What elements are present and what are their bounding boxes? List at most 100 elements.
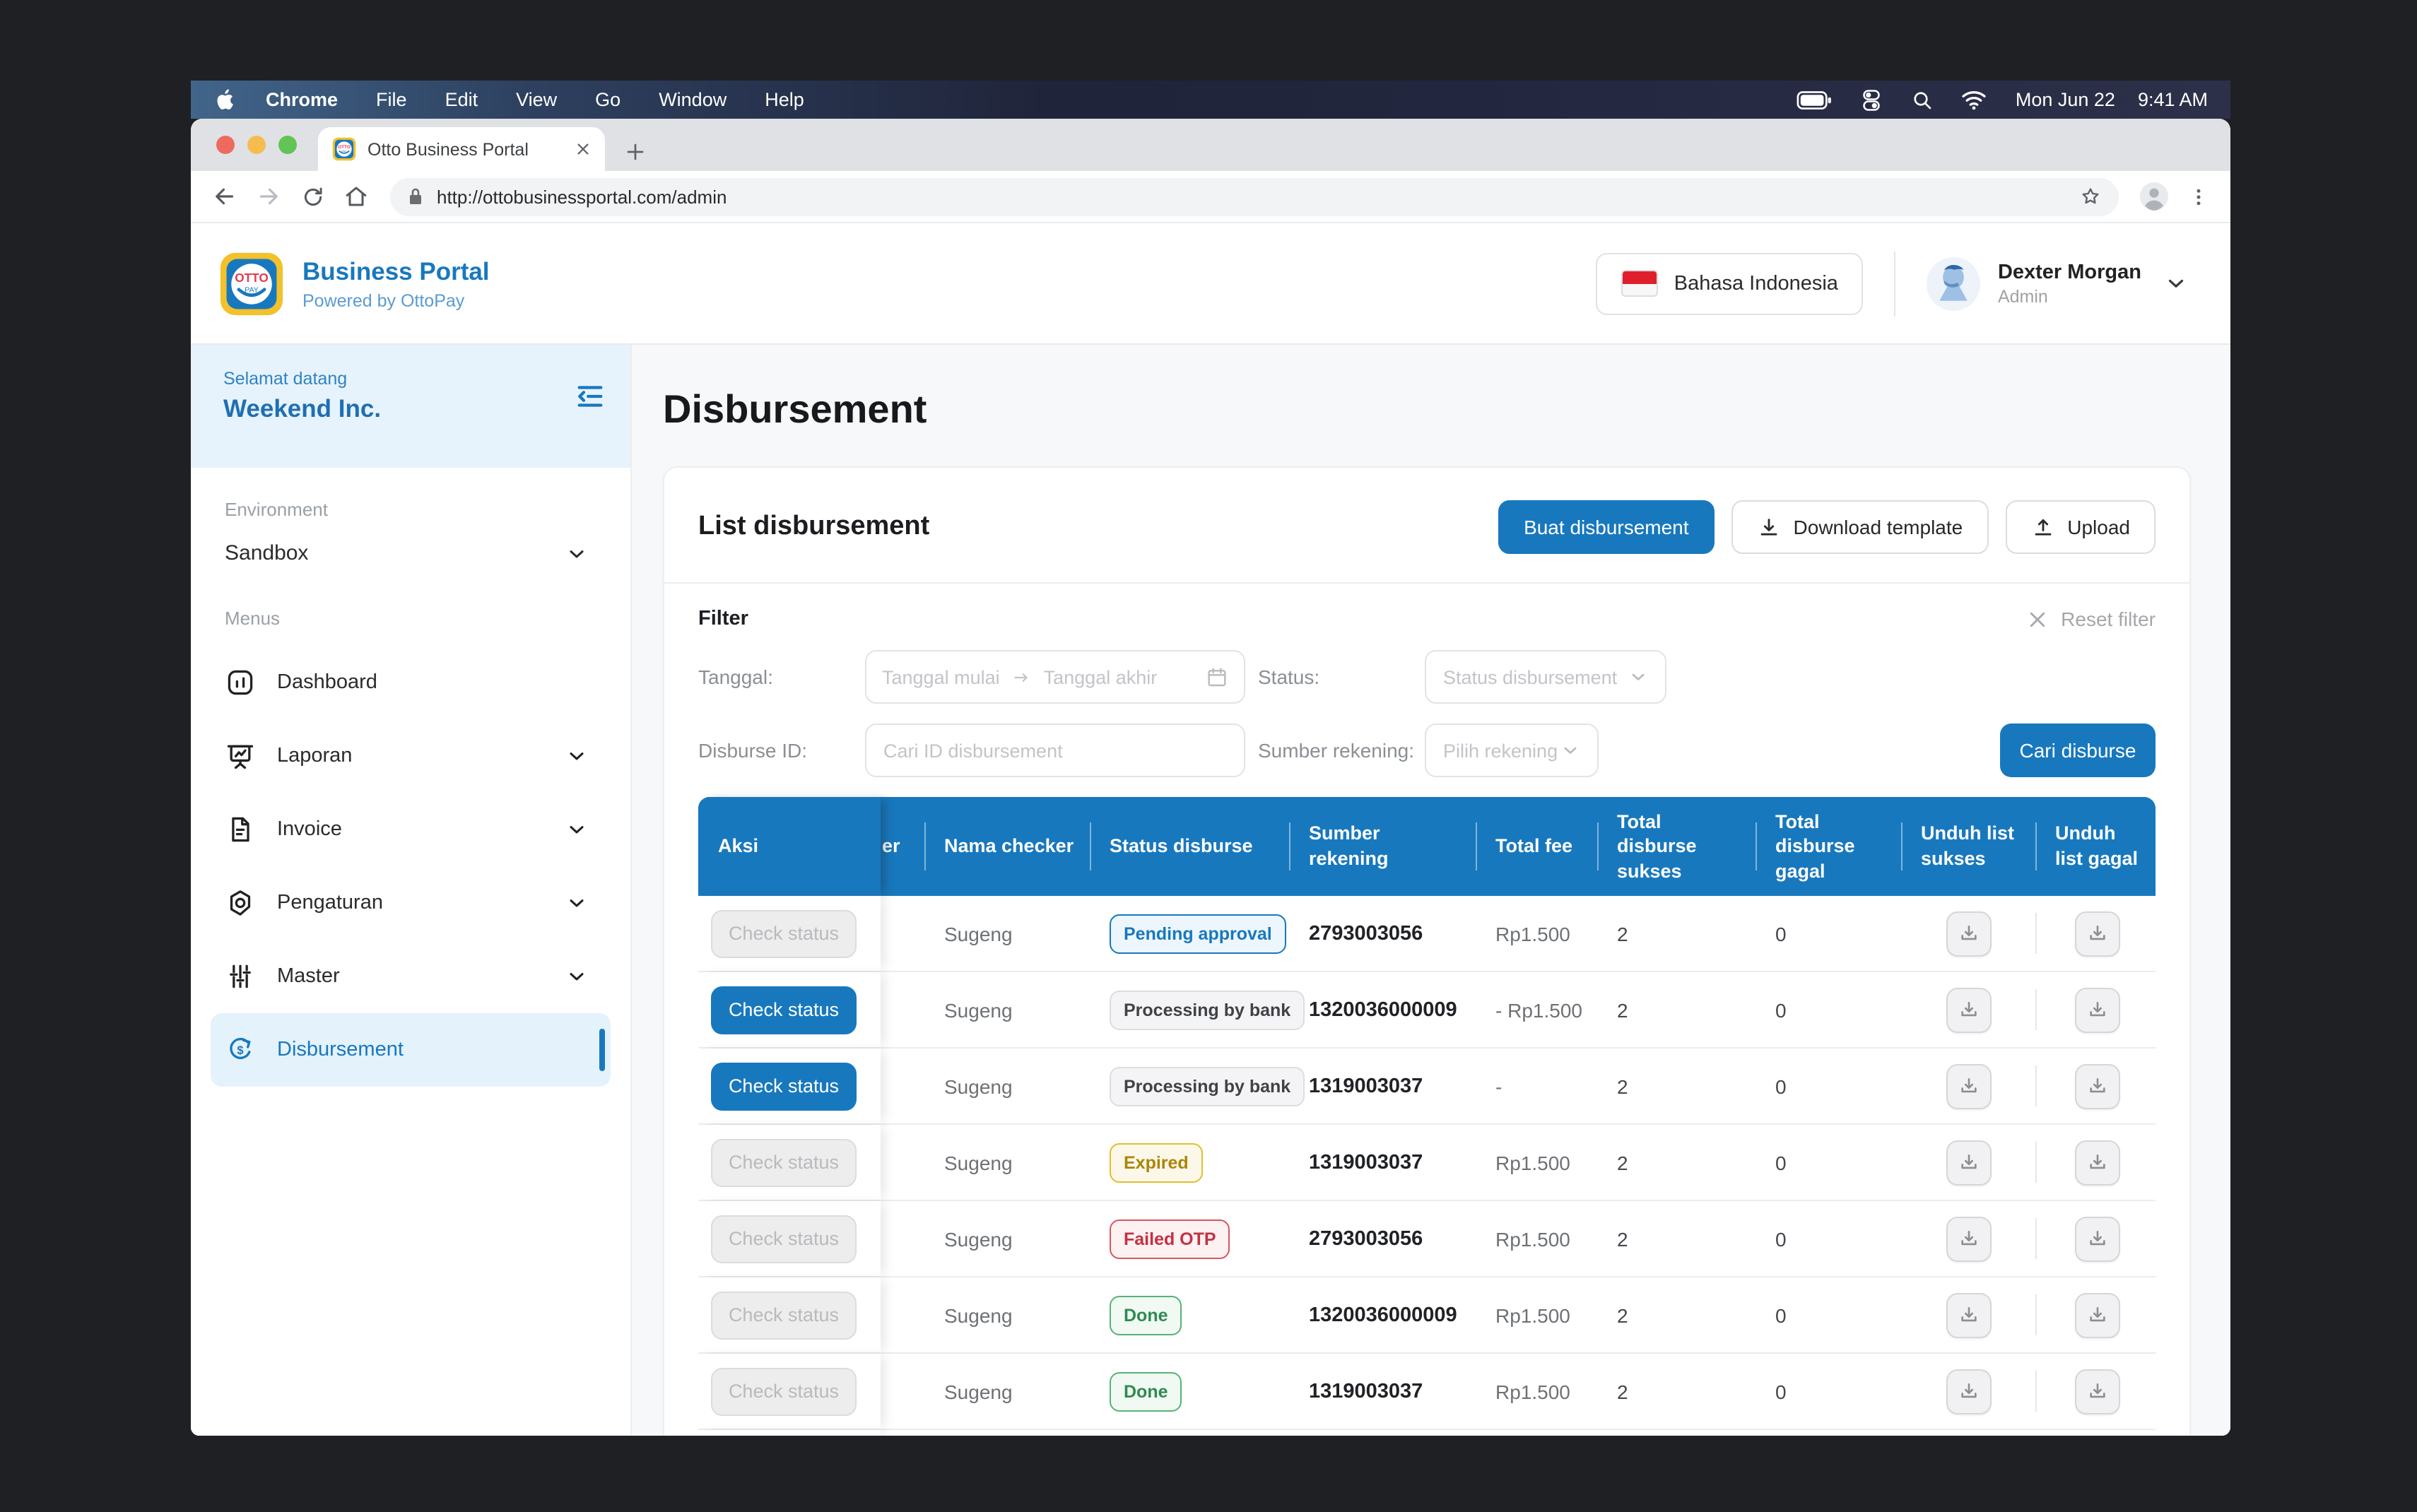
new-tab-button[interactable] <box>625 141 646 163</box>
back-icon[interactable] <box>208 179 242 213</box>
column-header-7: Total disburse sukses <box>1597 797 1756 896</box>
sidebar-item-laporan[interactable]: Laporan <box>211 719 611 793</box>
wifi-icon[interactable] <box>1960 89 1987 110</box>
download-success-button[interactable] <box>1946 1216 1991 1261</box>
check-status-button[interactable]: Check status <box>711 1138 857 1186</box>
download-success-button[interactable] <box>1946 987 1991 1032</box>
browser-profile-icon[interactable] <box>2136 178 2172 215</box>
menubar-item-edit[interactable]: Edit <box>445 89 478 110</box>
nama-checker-cell: Sugeng <box>924 1354 1090 1429</box>
url-text[interactable]: http://ottobusinessportal.com/admin <box>437 186 727 207</box>
tab-favicon: OTTOPAY <box>332 137 356 161</box>
sidebar-collapse-icon[interactable] <box>574 380 606 413</box>
total-gagal-cell: 0 <box>1756 896 1901 971</box>
download-failed-button[interactable] <box>2074 1216 2119 1261</box>
sumber-rekening-select[interactable]: Pilih rekening <box>1425 723 1599 777</box>
menubar-item-file[interactable]: File <box>376 89 407 110</box>
download-failed-button[interactable] <box>2074 911 2119 956</box>
unduh-gagal-cell <box>2035 1049 2158 1123</box>
download-success-button[interactable] <box>1946 911 1991 956</box>
menubar-item-window[interactable]: Window <box>659 89 727 110</box>
calendar-icon[interactable] <box>1206 666 1228 688</box>
reload-icon[interactable] <box>295 179 329 213</box>
total-fee-cell: - <box>1476 1049 1597 1123</box>
minimize-window-button[interactable] <box>247 136 266 154</box>
download-success-button[interactable] <box>1946 1292 1991 1337</box>
table-row: Check status Sugeng Processing by bank 1… <box>698 972 2156 1049</box>
browser-tab[interactable]: OTTOPAY Otto Business Portal <box>318 127 605 171</box>
disbursement-table: AksierNama checkerStatus disburseSumber … <box>698 797 2156 1436</box>
download-failed-button[interactable] <box>2074 1063 2119 1109</box>
menubar-item-go[interactable]: Go <box>595 89 621 110</box>
page-title: Disbursement <box>663 387 2230 432</box>
unduh-sukses-cell <box>1901 1277 2035 1352</box>
menubar-item-view[interactable]: View <box>516 89 557 110</box>
tanggal-label: Tanggal: <box>698 666 865 688</box>
close-window-button[interactable] <box>216 136 235 154</box>
home-icon[interactable] <box>339 179 373 213</box>
sidebar-item-master[interactable]: Master <box>211 940 611 1013</box>
unduh-sukses-cell <box>1901 1049 2035 1123</box>
status-cell: Failed OTP <box>1090 1201 1289 1276</box>
sidebar-item-label: Master <box>277 965 340 988</box>
menubar-app-name[interactable]: Chrome <box>266 89 338 110</box>
upload-button[interactable]: Upload <box>2005 500 2156 554</box>
svg-text:OTTO: OTTO <box>235 270 269 284</box>
address-bar[interactable]: http://ottobusinessportal.com/admin <box>390 177 2119 215</box>
sumber-rekening-label: Sumber rekening: <box>1258 739 1425 762</box>
sidebar-item-invoice[interactable]: Invoice <box>211 793 611 866</box>
lock-icon[interactable] <box>407 187 424 206</box>
disburse-id-input[interactable] <box>865 723 1245 777</box>
tab-close-icon[interactable] <box>575 141 591 157</box>
check-status-button[interactable]: Check status <box>711 986 857 1034</box>
download-failed-button[interactable] <box>2074 1140 2119 1185</box>
browser-window: OTTOPAY Otto Business Portal <box>191 119 2230 1436</box>
check-status-button[interactable]: Check status <box>711 1291 857 1339</box>
toggles-icon[interactable] <box>1859 87 1884 112</box>
download-success-button[interactable] <box>1946 1063 1991 1109</box>
user-avatar[interactable] <box>1927 256 1981 310</box>
download-failed-button[interactable] <box>2074 987 2119 1032</box>
battery-icon[interactable] <box>1796 90 1832 110</box>
status-select[interactable]: Status disbursement <box>1425 650 1666 704</box>
download-success-button[interactable] <box>1946 1369 1991 1414</box>
app-header: OTTOPAY Business Portal Powered by OttoP… <box>191 223 2230 345</box>
zoom-window-button[interactable] <box>278 136 297 154</box>
forward-icon[interactable] <box>252 179 286 213</box>
check-status-button[interactable]: Check status <box>711 1215 857 1263</box>
column-header-9: Unduh list sukses <box>1901 797 2035 896</box>
bookmark-star-icon[interactable] <box>2079 185 2102 208</box>
download-failed-button[interactable] <box>2074 1369 2119 1414</box>
filter-title: Filter <box>698 608 748 630</box>
sidebar-item-dashboard[interactable]: Dashboard <box>211 646 611 719</box>
svg-text:$: $ <box>237 1044 243 1057</box>
cari-disburse-button[interactable]: Cari disburse <box>2000 723 2156 777</box>
reset-filter-button[interactable]: Reset filter <box>2027 608 2156 630</box>
download-template-button[interactable]: Download template <box>1731 500 1989 554</box>
date-range-input[interactable]: Tanggal mulai Tanggal akhir <box>865 650 1245 704</box>
buat-disbursement-button[interactable]: Buat disbursement <box>1498 500 1714 554</box>
check-status-button[interactable]: Check status <box>711 909 857 957</box>
spotlight-search-icon[interactable] <box>1911 88 1934 111</box>
tab-title: Otto Business Portal <box>367 139 564 159</box>
welcome-panel: Selamat datang Weekend Inc. <box>191 345 630 468</box>
language-selector-button[interactable]: Bahasa Indonesia <box>1596 252 1864 314</box>
tanggal-akhir-input[interactable]: Tanggal akhir <box>1044 666 1158 687</box>
tanggal-mulai-input[interactable]: Tanggal mulai <box>882 666 1000 687</box>
user-menu-chevron-down-icon[interactable] <box>2164 271 2188 295</box>
environment-selector[interactable]: Sandbox <box>191 520 630 565</box>
total-sukses-cell: 2 <box>1597 972 1756 1047</box>
sumber-rekening-cell: 2793003056 <box>1289 1201 1476 1276</box>
check-status-button[interactable]: Check status <box>711 1062 857 1110</box>
menubar-item-help[interactable]: Help <box>765 89 804 110</box>
browser-menu-icon[interactable] <box>2182 181 2213 212</box>
ottopay-logo: OTTOPAY <box>219 251 284 316</box>
download-failed-button[interactable] <box>2074 1292 2119 1337</box>
apple-menu-icon[interactable] <box>213 88 235 112</box>
sidebar-item-pengaturan[interactable]: Pengaturan <box>211 866 611 940</box>
download-success-button[interactable] <box>1946 1140 1991 1185</box>
total-fee-cell: Rp1.500 <box>1476 1354 1597 1429</box>
table-row: Check status Sugeng Failed OTP 279300305… <box>698 1201 2156 1277</box>
sidebar-item-disbursement[interactable]: $ Disbursement <box>211 1013 611 1087</box>
check-status-button[interactable]: Check status <box>711 1367 857 1415</box>
